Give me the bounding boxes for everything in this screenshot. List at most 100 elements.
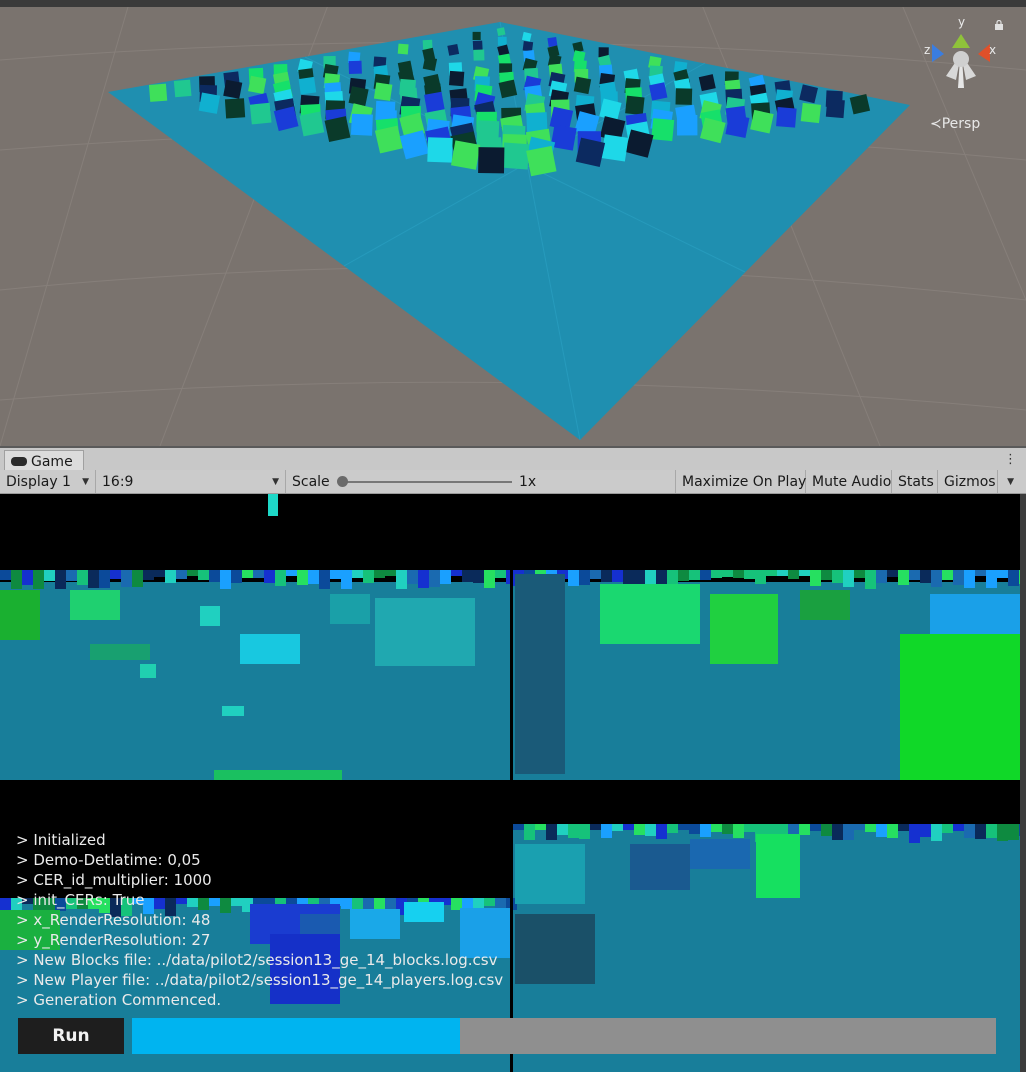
pixel-block: [722, 570, 733, 577]
scene-cube: [498, 79, 518, 99]
pixel-block: [975, 824, 986, 839]
pixel-block: [308, 570, 319, 584]
game-view[interactable]: > Initialized > Demo-Detlatime: 0,05 > C…: [0, 494, 1020, 1072]
scale-value: 1x: [519, 473, 537, 490]
pixel-block: [231, 570, 242, 583]
maximize-on-play-label: Maximize On Play: [682, 473, 807, 490]
scene-cube: [248, 75, 267, 95]
pixel-block: [942, 570, 953, 580]
tab-menu-icon[interactable]: ⋮: [1004, 452, 1017, 467]
pixel-block: [70, 590, 120, 620]
gizmos-dropdown[interactable]: ▼: [998, 470, 1020, 493]
game-toolbar: Display 1 ▼ 16:9 ▼ Scale 1x Maximize On …: [0, 470, 1026, 494]
run-button[interactable]: Run: [18, 1018, 124, 1054]
projection-toggle[interactable]: ≺Persp: [930, 116, 980, 132]
scene-cube: [348, 60, 362, 75]
pixel-block: [755, 570, 766, 584]
pixel-block: [513, 824, 524, 830]
pixel-block: [330, 570, 341, 579]
pixel-block: [140, 664, 156, 678]
maximize-on-play-toggle[interactable]: Maximize On Play: [676, 470, 806, 493]
pixel-block: [930, 594, 1020, 634]
gizmo-axis-x: x: [989, 43, 996, 57]
pixel-block: [865, 570, 876, 589]
pixel-block: [429, 570, 440, 587]
pixel-block: [214, 770, 342, 780]
pixel-block: [986, 570, 997, 588]
gizmos-toggle[interactable]: Gizmos: [938, 470, 998, 493]
pixel-block: [451, 570, 462, 576]
scale-slider-track[interactable]: [344, 481, 512, 483]
pixel-block: [396, 570, 407, 589]
scene-cube: [550, 124, 577, 151]
display-dropdown[interactable]: Display 1 ▼: [0, 470, 96, 493]
scene-cube: [547, 36, 558, 48]
stats-toggle[interactable]: Stats: [892, 470, 938, 493]
pixel-block: [275, 570, 286, 586]
pixel-block: [187, 570, 198, 576]
pixel-block: [88, 570, 99, 588]
pixel-block: [220, 570, 231, 589]
mute-audio-toggle[interactable]: Mute Audio: [806, 470, 892, 493]
orientation-gizmo-icon[interactable]: y x z: [916, 14, 1006, 104]
scene-cube: [776, 107, 797, 128]
pixel-block: [865, 824, 876, 832]
pixel-block: [975, 570, 986, 576]
pixel-block: [909, 570, 920, 580]
scale-label: Scale: [292, 473, 330, 490]
pixel-block: [854, 824, 865, 830]
scene-cube: [324, 116, 351, 143]
scene-toolbar-strip: [0, 0, 1026, 7]
scene-cube: [350, 113, 373, 136]
pixel-block: [330, 594, 370, 624]
pixel-block: [678, 824, 689, 830]
scale-slider-knob[interactable]: [337, 476, 348, 487]
pixel-block: [579, 824, 590, 839]
pixel-block: [154, 570, 165, 577]
pixel-block: [600, 584, 700, 644]
pixel-block: [473, 570, 484, 583]
pixel-block: [11, 570, 22, 589]
scene-cube: [698, 74, 716, 92]
generation-progress-fill: [132, 1018, 461, 1054]
display-label: Display 1: [6, 473, 71, 490]
scene-cube: [648, 82, 668, 101]
lock-icon[interactable]: [994, 20, 1004, 30]
scene-cube: [473, 49, 485, 61]
pixel-block: [766, 570, 777, 576]
scene-cube: [625, 95, 645, 116]
pixel-block: [964, 570, 975, 588]
pixel-block: [121, 570, 132, 587]
pixel-block: [710, 594, 778, 664]
pixel-block: [953, 570, 964, 585]
pixel-block: [612, 570, 623, 582]
pixel-block: [799, 570, 810, 576]
gizmos-label: Gizmos: [944, 473, 996, 490]
console-line: > Demo-Detlatime: 0,05: [16, 851, 201, 869]
scene-cube: [800, 102, 822, 124]
scene-cube: [198, 92, 221, 114]
game-view-scrollbar[interactable]: [1020, 494, 1026, 1072]
aspect-dropdown[interactable]: 16:9 ▼: [96, 470, 286, 493]
pixel-block: [515, 574, 565, 774]
scene-view[interactable]: y x z ≺Persp: [0, 0, 1026, 446]
pixel-block: [557, 824, 568, 835]
gizmo-axis-z: z: [924, 43, 930, 57]
pixel-block: [132, 570, 143, 587]
gizmo-axis-y: y: [958, 15, 965, 29]
pixel-block: [286, 570, 297, 576]
tab-game[interactable]: Game: [4, 450, 84, 472]
pixel-block: [510, 570, 513, 780]
pixel-block: [165, 570, 176, 583]
pixel-block: [407, 570, 418, 584]
scene-cube: [675, 88, 693, 105]
scene-cube: [496, 27, 506, 36]
pixel-block: [634, 570, 645, 586]
pixel-block: [854, 570, 865, 578]
pixel-block: [440, 570, 451, 584]
scene-canvas[interactable]: [0, 0, 1026, 446]
scene-cube: [422, 56, 438, 71]
scene-cube: [427, 137, 453, 163]
gamepad-icon: [11, 457, 27, 466]
pixel-block: [568, 570, 579, 586]
